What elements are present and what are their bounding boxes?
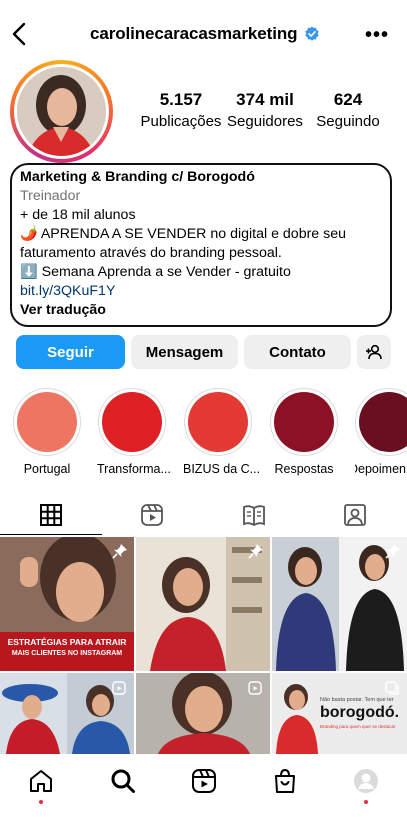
verified-badge-icon — [305, 26, 319, 41]
post-brand-small: Branding para quem quer se destacar — [320, 724, 396, 729]
bio-line: 🌶️ APRENDA A SE VENDER no digital e dobr… — [20, 226, 347, 242]
post-tagline: Não basta postar. Tem que ter — [320, 697, 394, 703]
tagged-icon — [344, 504, 366, 526]
bio-link[interactable]: bit.ly/3QKuF1Y — [20, 282, 382, 301]
grid-icon — [40, 504, 62, 526]
guide-icon — [243, 505, 265, 526]
shop-icon — [275, 768, 295, 793]
bio-line: faturamento através do branding pessoal. — [20, 245, 282, 261]
highlight-label: Depoimen — [355, 462, 406, 476]
chevron-left-icon[interactable] — [8, 20, 32, 48]
post-thumbnail[interactable] — [136, 537, 270, 671]
profile-icon — [354, 769, 378, 793]
post-caption: MAIS CLIENTES NO INSTAGRAM — [11, 650, 123, 657]
notification-dot — [39, 800, 43, 804]
nav-home[interactable] — [26, 766, 56, 796]
post-thumbnail[interactable] — [272, 537, 407, 671]
carousel-icon — [385, 681, 399, 695]
bio-name: Marketing & Branding c/ Borogodó — [20, 169, 255, 185]
post-thumbnail[interactable]: Não basta postar. Tem que ter borogodó. … — [272, 673, 407, 754]
posts-count: 5.157 — [159, 90, 203, 109]
following-count: 624 — [333, 90, 363, 109]
profile-username: carolinecaracasmarketing — [90, 24, 298, 43]
bio-line: ⬇️ Semana Aprenda a se Vender - gratuito — [20, 264, 291, 280]
stat-posts[interactable]: 5.157 Publicações — [136, 90, 226, 130]
highlight-cover — [17, 392, 77, 452]
profile-bio: Marketing & Branding c/ Borogodó Treinad… — [10, 163, 392, 327]
nav-search[interactable] — [108, 766, 138, 796]
highlight-transformation[interactable]: Transforma... — [97, 388, 171, 476]
highlight-bizus[interactable]: BIZUS da C... — [183, 388, 261, 476]
avatar-photo — [17, 67, 106, 156]
notification-dot — [364, 800, 368, 804]
tab-guides[interactable] — [240, 501, 268, 529]
pin-icon — [385, 544, 400, 559]
highlight-cover — [274, 392, 334, 452]
highlight-respostas[interactable]: Respostas — [269, 388, 339, 476]
post-caption: ESTRATÉGIAS PARA ATRAIR — [7, 637, 127, 647]
bio-category: Treinador — [20, 188, 81, 204]
followers-label: Seguidores — [227, 113, 303, 130]
post-thumbnail[interactable] — [0, 673, 134, 754]
active-tab-indicator — [0, 534, 102, 535]
reels-icon — [141, 504, 163, 526]
suggested-accounts-button[interactable] — [357, 335, 391, 369]
nav-profile[interactable] — [351, 766, 381, 796]
highlight-cover — [102, 392, 162, 452]
posts-label: Publicações — [140, 113, 222, 130]
followers-count: 374 mil — [236, 90, 294, 109]
highlight-cover — [359, 392, 407, 452]
bottom-navigation — [0, 754, 407, 819]
profile-tabs — [0, 493, 407, 536]
message-button[interactable]: Mensagem — [131, 335, 238, 369]
contact-button[interactable]: Contato — [244, 335, 351, 369]
top-bar: carolinecaracasmarketing ••• — [0, 14, 407, 54]
nav-reels[interactable] — [189, 766, 219, 796]
search-icon — [111, 769, 135, 793]
stat-following[interactable]: 624 Seguindo — [303, 90, 393, 130]
highlight-cover — [188, 392, 248, 452]
pin-icon — [112, 544, 127, 559]
follow-button[interactable]: Seguir — [16, 335, 125, 369]
reels-icon — [112, 681, 126, 695]
post-thumbnail[interactable]: ESTRATÉGIAS PARA ATRAIR MAIS CLIENTES NO… — [0, 537, 134, 671]
add-person-icon — [366, 344, 382, 360]
highlight-label: Portugal — [23, 462, 71, 476]
reels-icon — [248, 681, 262, 695]
following-label: Seguindo — [316, 113, 380, 130]
bio-line: + de 18 mil alunos — [20, 207, 136, 223]
stat-followers[interactable]: 374 mil Seguidores — [220, 90, 310, 130]
see-translation-link[interactable]: Ver tradução — [20, 301, 382, 320]
more-horizontal-icon[interactable]: ••• — [365, 24, 389, 47]
tab-reels[interactable] — [138, 501, 166, 529]
nav-shop[interactable] — [270, 766, 300, 796]
highlight-portugal[interactable]: Portugal — [12, 388, 82, 476]
pin-icon — [248, 544, 263, 559]
tab-grid[interactable] — [37, 501, 65, 529]
profile-avatar[interactable] — [10, 60, 113, 163]
post-brand-word: borogodó. — [320, 704, 400, 721]
post-thumbnail[interactable] — [136, 673, 270, 754]
highlight-label: Transforma... — [97, 462, 171, 476]
highlight-depoimentos[interactable]: Depoimen — [355, 388, 407, 476]
home-icon — [30, 770, 52, 792]
tab-tagged[interactable] — [341, 501, 369, 529]
reels-icon — [192, 769, 216, 793]
highlight-label: Respostas — [274, 462, 334, 476]
highlight-label: BIZUS da C... — [183, 462, 261, 476]
